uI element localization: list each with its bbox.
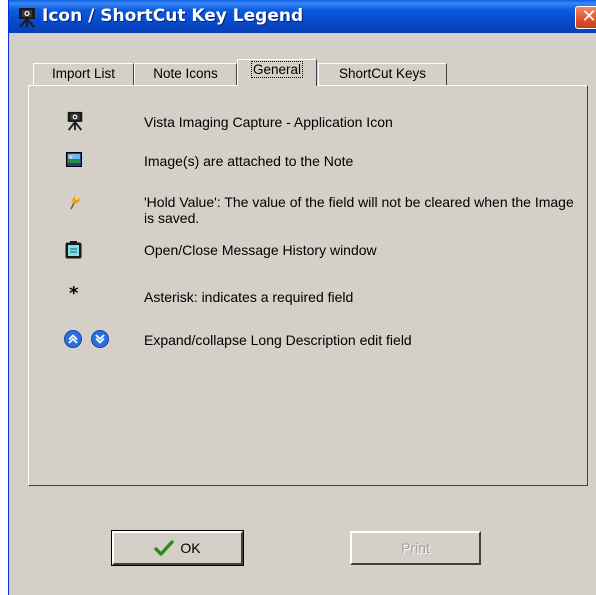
expand-icon	[64, 330, 82, 348]
window-title: Icon / ShortCut Key Legend	[42, 6, 304, 26]
legend-text: Image(s) are attached to the Note	[144, 153, 354, 169]
tab-note-icons[interactable]: Note Icons	[134, 63, 237, 85]
camera-icon	[67, 111, 83, 131]
ok-label: OK	[180, 540, 201, 556]
print-button[interactable]: Print	[350, 531, 481, 565]
tab-import-list[interactable]: Import List	[33, 63, 134, 85]
legend-text: Asterisk: indicates a required field	[144, 289, 354, 305]
tab-label: Import List	[51, 66, 116, 81]
camera-icon	[19, 8, 35, 28]
asterisk-icon: *	[69, 283, 79, 304]
collapse-icon	[91, 330, 109, 348]
ok-button[interactable]: OK	[111, 530, 244, 566]
close-icon: ✕	[581, 6, 596, 27]
title-bar[interactable]: Icon / ShortCut Key Legend ✕	[9, 0, 596, 33]
tab-shortcut-keys[interactable]: ShortCut Keys	[318, 63, 447, 85]
legend-dialog: Icon / ShortCut Key Legend ✕ Import List…	[8, 0, 596, 595]
message-history-icon	[65, 241, 82, 259]
legend-text: Expand/collapse Long Description edit fi…	[144, 332, 412, 348]
image-attached-icon	[66, 152, 82, 167]
print-label: Print	[401, 540, 430, 556]
pushpin-icon	[70, 196, 80, 210]
tab-label: ShortCut Keys	[338, 66, 427, 81]
general-tab-panel: Vista Imaging Capture - Application Icon…	[28, 85, 588, 486]
close-button[interactable]: ✕	[575, 6, 596, 29]
tab-label: General	[250, 61, 304, 78]
tab-label: Note Icons	[153, 66, 218, 81]
legend-text: 'Hold Value': The value of the field wil…	[144, 194, 574, 226]
legend-text: Vista Imaging Capture - Application Icon	[144, 114, 393, 130]
checkmark-icon	[154, 540, 175, 556]
tab-general[interactable]: General	[237, 59, 317, 86]
legend-text: Open/Close Message History window	[144, 242, 377, 258]
